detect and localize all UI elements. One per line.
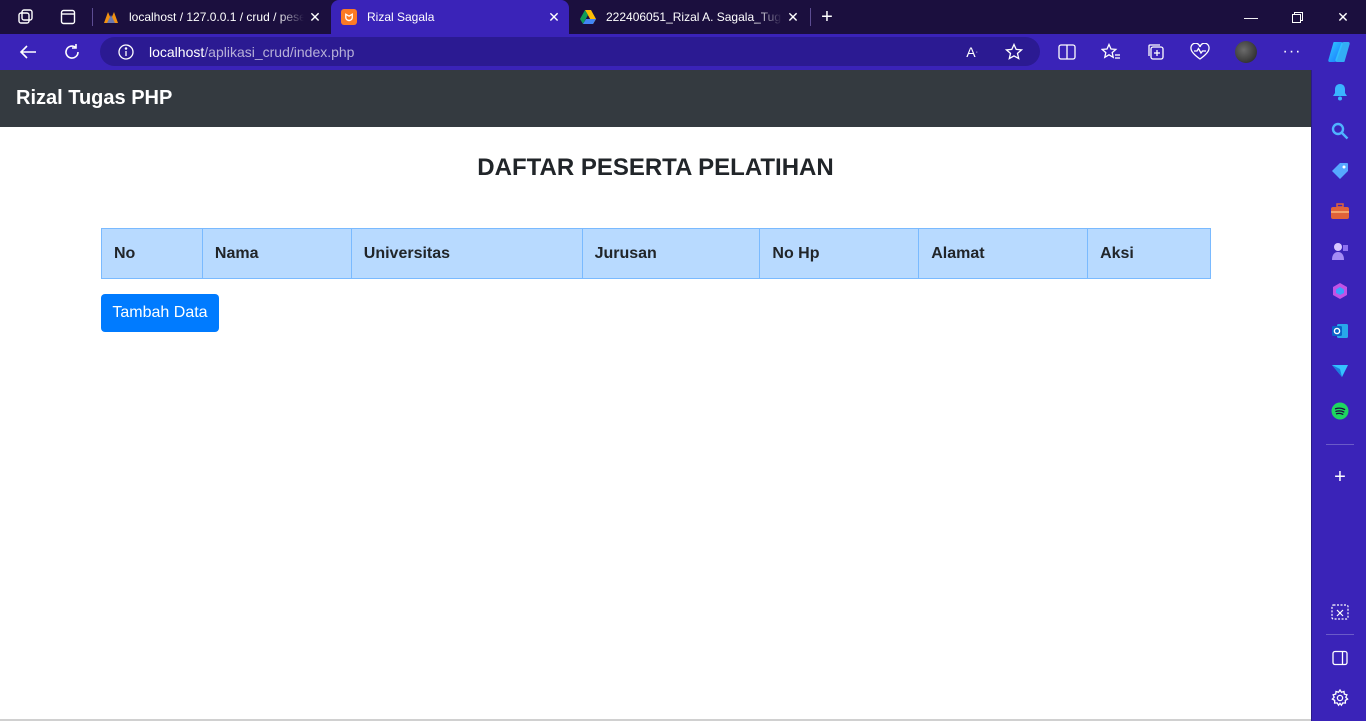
notification-bell-icon[interactable]: [1330, 82, 1350, 102]
search-icon[interactable]: [1330, 121, 1350, 141]
navbar-brand[interactable]: Rizal Tugas PHP: [16, 87, 172, 110]
column-header-no: No: [101, 228, 203, 279]
back-icon[interactable]: [16, 40, 40, 64]
hide-sidebar-icon[interactable]: [1330, 648, 1350, 668]
outlook-icon[interactable]: [1330, 321, 1350, 341]
tab-phpmyadmin[interactable]: localhost / 127.0.0.1 / crud / peserta ✕: [93, 0, 330, 34]
tab-title: 222406051_Rizal A. Sagala_Tugas: [606, 10, 782, 24]
tools-briefcase-icon[interactable]: [1330, 201, 1350, 221]
collections-icon[interactable]: [1146, 42, 1166, 62]
games-icon[interactable]: [1330, 241, 1350, 261]
add-data-button[interactable]: Tambah Data: [101, 294, 219, 332]
browser-titlebar: localhost / 127.0.0.1 / crud / peserta ✕…: [0, 0, 1366, 34]
tab-title: Rizal Sagala: [367, 10, 435, 24]
tab-actions-icon[interactable]: [56, 6, 80, 28]
favorite-star-icon[interactable]: [1004, 42, 1024, 62]
navbar: Rizal Tugas PHP: [0, 70, 1311, 127]
tab-close-button[interactable]: ✕: [782, 6, 804, 28]
column-header-jurusan: Jurusan: [581, 228, 761, 279]
sidebar-divider: [1326, 444, 1354, 445]
svg-text:ᗢ: ᗢ: [345, 12, 354, 24]
column-header-aksi: Aksi: [1087, 228, 1211, 279]
profile-avatar[interactable]: [1235, 41, 1257, 63]
address-bar[interactable]: localhost/aplikasi_crud/index.php Aᐧ: [100, 37, 1040, 66]
shopping-tag-icon[interactable]: [1330, 161, 1350, 181]
read-aloud-icon[interactable]: Aᐧ: [962, 42, 982, 62]
table-header-row: No Nama Universitas Jurusan No Hp Alamat…: [101, 228, 1211, 279]
microsoft-365-icon[interactable]: [1330, 281, 1350, 301]
column-header-nama: Nama: [201, 228, 352, 279]
tab-title: localhost / 127.0.0.1 / crud / peserta: [129, 10, 304, 24]
browser-essentials-icon[interactable]: [1190, 42, 1210, 62]
refresh-icon[interactable]: [60, 40, 84, 64]
web-page: Rizal Tugas PHP DAFTAR PESERTA PELATIHAN…: [0, 70, 1311, 721]
url-host: localhost: [149, 43, 205, 60]
column-header-universitas: Universitas: [350, 228, 583, 279]
split-screen-icon[interactable]: [1057, 42, 1077, 62]
workspaces-icon[interactable]: [14, 6, 38, 28]
url-path: /aplikasi_crud/index.php: [204, 43, 355, 60]
google-drive-icon: [580, 9, 596, 25]
copilot-icon[interactable]: [1326, 39, 1352, 65]
restore-button[interactable]: [1274, 0, 1320, 34]
tab-close-button[interactable]: ✕: [304, 6, 326, 28]
favorites-icon[interactable]: [1101, 42, 1121, 62]
url-text: localhost/aplikasi_crud/index.php: [149, 44, 354, 60]
participants-table: No Nama Universitas Jurusan No Hp Alamat…: [101, 228, 1211, 279]
tab-google-drive[interactable]: 222406051_Rizal A. Sagala_Tugas ✕: [570, 0, 808, 34]
phpmyadmin-icon: [103, 9, 119, 25]
column-header-alamat: Alamat: [918, 228, 1089, 279]
edge-sidebar: +: [1311, 70, 1366, 721]
tab-rizal-sagala[interactable]: ᗢ Rizal Sagala ✕: [331, 0, 569, 34]
screenshot-icon[interactable]: [1330, 602, 1350, 622]
minimize-button[interactable]: —: [1228, 0, 1274, 34]
close-window-button[interactable]: ✕: [1320, 0, 1366, 34]
spotify-icon[interactable]: [1330, 401, 1350, 421]
xampp-icon: ᗢ: [341, 9, 357, 25]
column-header-no-hp: No Hp: [759, 228, 920, 279]
site-info-icon[interactable]: [118, 43, 134, 60]
more-menu-icon[interactable]: ···: [1281, 42, 1303, 62]
tab-close-button[interactable]: ✕: [543, 6, 565, 28]
add-sidebar-app-icon[interactable]: +: [1330, 466, 1350, 488]
send-drop-icon[interactable]: [1330, 361, 1350, 381]
page-title: DAFTAR PESERTA PELATIHAN: [477, 154, 834, 181]
new-tab-button[interactable]: +: [815, 5, 839, 29]
settings-gear-icon[interactable]: [1330, 688, 1350, 708]
sidebar-divider: [1326, 634, 1354, 635]
tab-separator: [810, 8, 811, 26]
